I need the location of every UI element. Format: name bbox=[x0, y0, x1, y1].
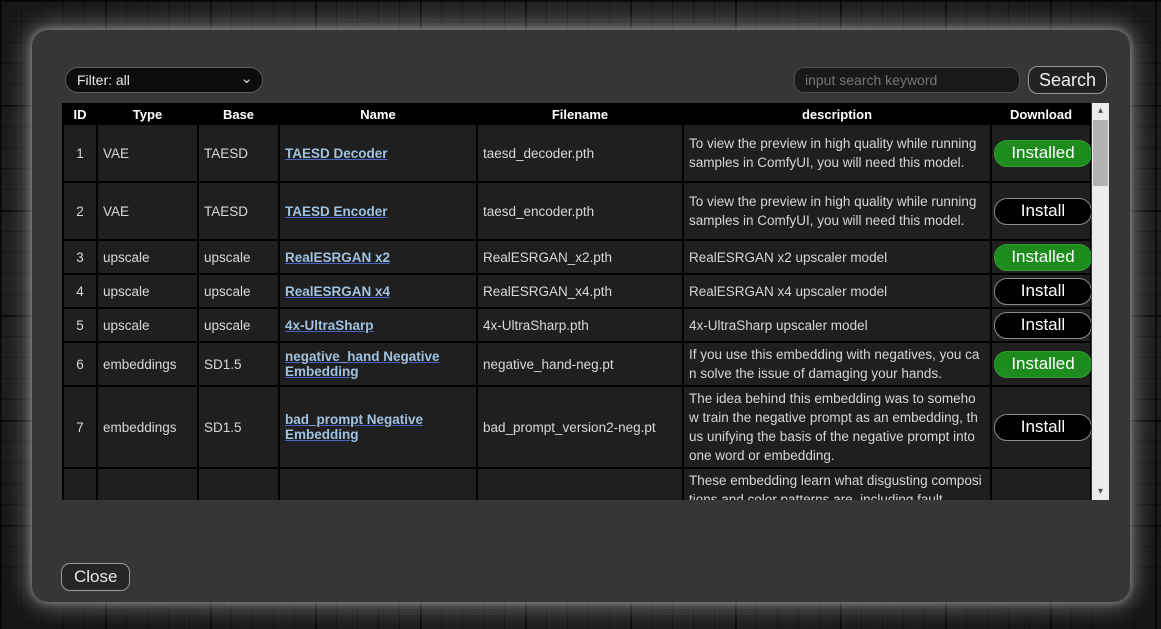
cell-id: 2 bbox=[63, 182, 97, 240]
cell-base: upscale bbox=[198, 240, 279, 274]
cell-type: embeddings bbox=[97, 386, 198, 468]
cell-base: upscale bbox=[198, 308, 279, 342]
column-header: description bbox=[683, 104, 991, 124]
scroll-up-icon[interactable]: ▴ bbox=[1092, 103, 1109, 119]
search-button[interactable]: Search bbox=[1028, 66, 1107, 94]
cell-description: The idea behind this embedding was to so… bbox=[683, 386, 991, 468]
cell-type: embeddings bbox=[97, 342, 198, 386]
cell-download: Installed bbox=[991, 240, 1091, 274]
model-name-link[interactable]: bad_prompt Negative Embedding bbox=[285, 412, 423, 442]
cell-filename: bad_prompt_version2-neg.pt bbox=[477, 386, 683, 468]
filter-select[interactable]: Filter: all bbox=[65, 67, 263, 93]
model-name-link[interactable]: TAESD Encoder bbox=[285, 204, 388, 219]
scrollbar-thumb[interactable] bbox=[1093, 120, 1108, 186]
cell-filename: taesd_decoder.pth bbox=[477, 124, 683, 182]
table-row: 4upscaleupscaleRealESRGAN x4RealESRGAN_x… bbox=[63, 274, 1091, 308]
cell-download: Install bbox=[991, 182, 1091, 240]
installed-button[interactable]: Installed bbox=[994, 244, 1091, 271]
cell-id: 3 bbox=[63, 240, 97, 274]
scroll-down-icon[interactable]: ▾ bbox=[1092, 484, 1109, 500]
cell-type: upscale bbox=[97, 308, 198, 342]
cell-filename bbox=[477, 468, 683, 500]
models-table-body: 1VAETAESDTAESD Decodertaesd_decoder.pthT… bbox=[63, 124, 1091, 500]
cell-name: TAESD Encoder bbox=[279, 182, 477, 240]
cell-id bbox=[63, 468, 97, 500]
cell-description: 4x-UltraSharp upscaler model bbox=[683, 308, 991, 342]
cell-base: TAESD bbox=[198, 182, 279, 240]
install-button[interactable]: Install bbox=[994, 312, 1091, 339]
cell-type bbox=[97, 468, 198, 500]
model-name-link[interactable]: RealESRGAN x4 bbox=[285, 284, 390, 299]
cell-id: 7 bbox=[63, 386, 97, 468]
cell-description: To view the preview in high quality whil… bbox=[683, 124, 991, 182]
cell-id: 1 bbox=[63, 124, 97, 182]
table-row: 7embeddingsSD1.5bad_prompt Negative Embe… bbox=[63, 386, 1091, 468]
filter-dropdown[interactable]: Filter: all ⌄ bbox=[65, 67, 263, 93]
cell-name: TAESD Decoder bbox=[279, 124, 477, 182]
cell-description: RealESRGAN x4 upscaler model bbox=[683, 274, 991, 308]
cell-type: VAE bbox=[97, 124, 198, 182]
models-table-viewport: IDTypeBaseNameFilenamedescriptionDownloa… bbox=[62, 103, 1091, 500]
table-row: 3upscaleupscaleRealESRGAN x2RealESRGAN_x… bbox=[63, 240, 1091, 274]
table-row: 5upscaleupscale4x-UltraSharp4x-UltraShar… bbox=[63, 308, 1091, 342]
cell-name: RealESRGAN x4 bbox=[279, 274, 477, 308]
cell-download: Install bbox=[991, 386, 1091, 468]
table-row: These embedding learn what disgusting co… bbox=[63, 468, 1091, 500]
cell-filename: RealESRGAN_x2.pth bbox=[477, 240, 683, 274]
cell-filename: RealESRGAN_x4.pth bbox=[477, 274, 683, 308]
install-button[interactable]: Install bbox=[994, 414, 1091, 441]
cell-base bbox=[198, 468, 279, 500]
install-button[interactable]: Install bbox=[994, 198, 1091, 225]
search-input[interactable] bbox=[794, 67, 1020, 93]
cell-filename: 4x-UltraSharp.pth bbox=[477, 308, 683, 342]
column-header: Download bbox=[991, 104, 1091, 124]
cell-base: SD1.5 bbox=[198, 386, 279, 468]
cell-download: Install bbox=[991, 308, 1091, 342]
cell-filename: taesd_encoder.pth bbox=[477, 182, 683, 240]
cell-download: Installed bbox=[991, 124, 1091, 182]
cell-base: SD1.5 bbox=[198, 342, 279, 386]
cell-description: These embedding learn what disgusting co… bbox=[683, 468, 991, 500]
table-scrollbar[interactable]: ▴ ▾ bbox=[1092, 103, 1109, 500]
cell-download: Installed bbox=[991, 342, 1091, 386]
column-header: Name bbox=[279, 104, 477, 124]
column-header: Type bbox=[97, 104, 198, 124]
cell-download bbox=[991, 468, 1091, 500]
cell-type: VAE bbox=[97, 182, 198, 240]
cell-name: bad_prompt Negative Embedding bbox=[279, 386, 477, 468]
cell-name: 4x-UltraSharp bbox=[279, 308, 477, 342]
table-row: 6embeddingsSD1.5negative_hand Negative E… bbox=[63, 342, 1091, 386]
column-header: Filename bbox=[477, 104, 683, 124]
cell-description: RealESRGAN x2 upscaler model bbox=[683, 240, 991, 274]
cell-filename: negative_hand-neg.pt bbox=[477, 342, 683, 386]
install-models-dialog: Filter: all ⌄ Search IDTypeBaseNameFilen… bbox=[32, 30, 1130, 602]
cell-description: To view the preview in high quality whil… bbox=[683, 182, 991, 240]
cell-name: RealESRGAN x2 bbox=[279, 240, 477, 274]
installed-button[interactable]: Installed bbox=[994, 351, 1091, 378]
cell-base: TAESD bbox=[198, 124, 279, 182]
cell-base: upscale bbox=[198, 274, 279, 308]
model-name-link[interactable]: negative_hand Negative Embedding bbox=[285, 349, 440, 379]
table-header-row: IDTypeBaseNameFilenamedescriptionDownloa… bbox=[63, 104, 1091, 124]
install-button[interactable]: Install bbox=[994, 278, 1091, 305]
cell-name bbox=[279, 468, 477, 500]
models-table: IDTypeBaseNameFilenamedescriptionDownloa… bbox=[62, 103, 1091, 500]
column-header: ID bbox=[63, 104, 97, 124]
cell-type: upscale bbox=[97, 274, 198, 308]
cell-name: negative_hand Negative Embedding bbox=[279, 342, 477, 386]
close-button[interactable]: Close bbox=[61, 563, 130, 591]
installed-button[interactable]: Installed bbox=[994, 140, 1091, 167]
cell-id: 5 bbox=[63, 308, 97, 342]
cell-type: upscale bbox=[97, 240, 198, 274]
model-name-link[interactable]: RealESRGAN x2 bbox=[285, 250, 390, 265]
table-row: 2VAETAESD TAESD Encoder taesd_encoder.pthT… bbox=[63, 182, 1091, 240]
model-name-link[interactable]: TAESD Decoder bbox=[285, 146, 388, 161]
cell-id: 6 bbox=[63, 342, 97, 386]
table-row: 1VAETAESD TAESD Decoder taesd_decoder.pthT… bbox=[63, 124, 1091, 182]
cell-download: Install bbox=[991, 274, 1091, 308]
model-name-link[interactable]: 4x-UltraSharp bbox=[285, 318, 374, 333]
cell-description: If you use this embedding with negatives… bbox=[683, 342, 991, 386]
column-header: Base bbox=[198, 104, 279, 124]
cell-id: 4 bbox=[63, 274, 97, 308]
